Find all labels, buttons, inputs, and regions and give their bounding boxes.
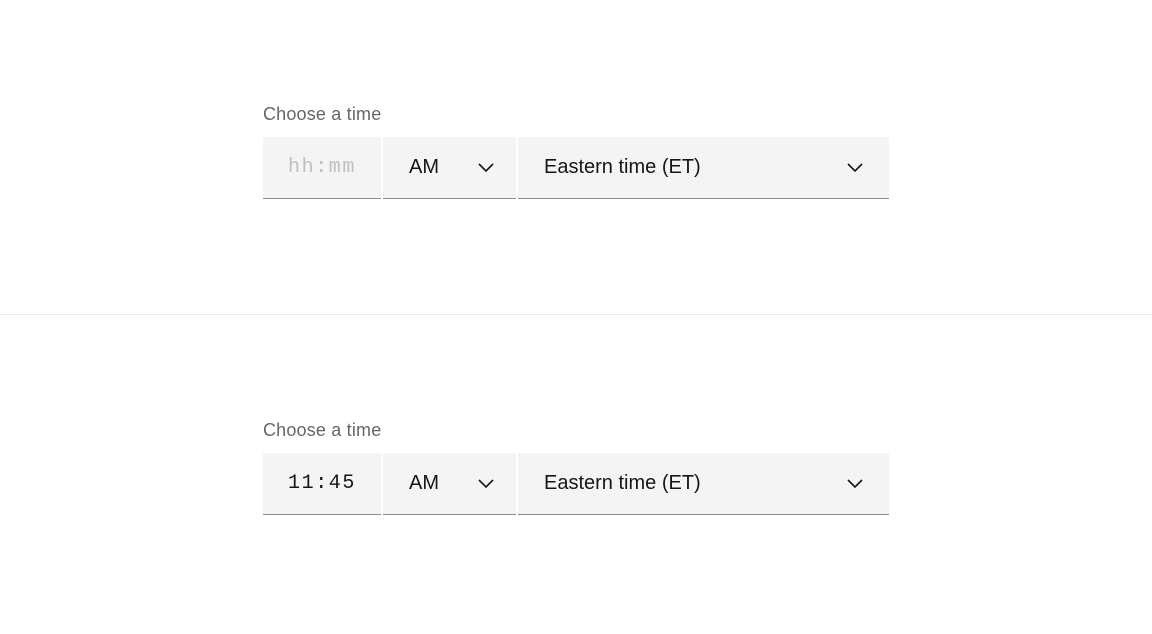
time-picker-empty: Choose a time AM Eastern time (ET): [263, 104, 889, 199]
time-picker-filled: Choose a time AM Eastern time (ET): [263, 420, 889, 515]
field-label: Choose a time: [263, 104, 889, 125]
time-input[interactable]: [263, 156, 381, 179]
time-picker-row: AM Eastern time (ET): [263, 137, 889, 199]
ampm-value: AM: [409, 472, 439, 495]
chevron-down-icon: [847, 163, 863, 173]
ampm-value: AM: [409, 156, 439, 179]
ampm-select[interactable]: AM: [383, 453, 516, 515]
timezone-select[interactable]: Eastern time (ET): [518, 453, 889, 515]
time-input-cell[interactable]: [263, 453, 381, 515]
time-input[interactable]: [263, 472, 381, 495]
time-input-cell[interactable]: [263, 137, 381, 199]
field-label: Choose a time: [263, 420, 889, 441]
time-picker-row: AM Eastern time (ET): [263, 453, 889, 515]
chevron-down-icon: [847, 479, 863, 489]
ampm-select[interactable]: AM: [383, 137, 516, 199]
timezone-value: Eastern time (ET): [544, 156, 701, 179]
timezone-value: Eastern time (ET): [544, 472, 701, 495]
chevron-down-icon: [478, 163, 494, 173]
section-divider: [0, 314, 1152, 315]
chevron-down-icon: [478, 479, 494, 489]
timezone-select[interactable]: Eastern time (ET): [518, 137, 889, 199]
